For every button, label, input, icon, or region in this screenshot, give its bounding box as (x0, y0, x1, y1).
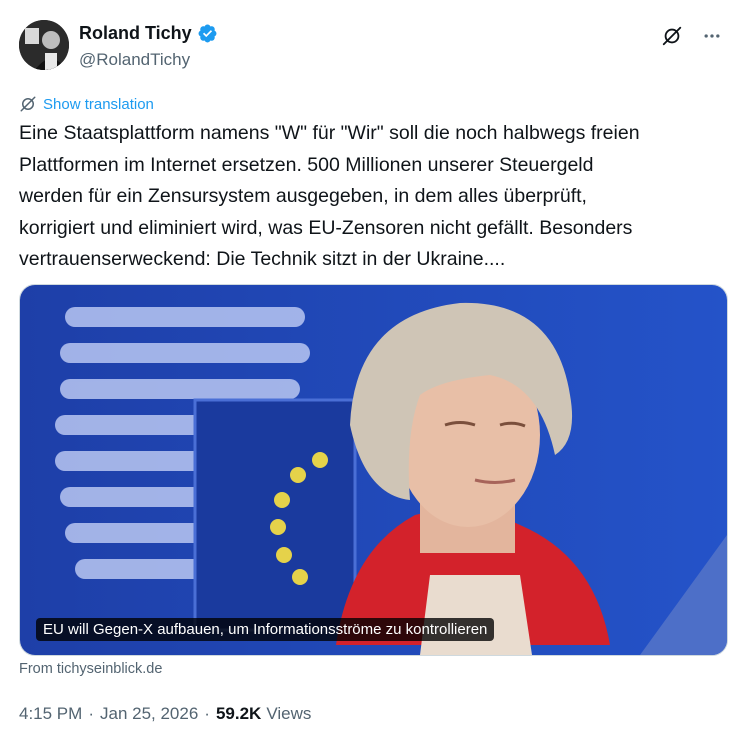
author-display-name[interactable]: Roland Tichy (79, 23, 192, 44)
more-icon[interactable] (700, 24, 724, 48)
grok-icon[interactable] (660, 24, 684, 48)
show-translation-link[interactable]: Show translation (19, 95, 154, 113)
tweet-time[interactable]: 4:15 PM (19, 704, 82, 724)
show-translation-label: Show translation (43, 95, 154, 113)
tweet-header: Roland Tichy @RolandTichy (19, 20, 730, 72)
avatar-image (19, 20, 69, 70)
card-caption: EU will Gegen-X aufbauen, um Information… (36, 618, 495, 641)
meta-separator: · (88, 704, 94, 723)
verified-badge-icon (197, 23, 218, 44)
tweet-text: Eine Staatsplattform namens "W" für "Wir… (19, 122, 640, 270)
author-block: Roland Tichy @RolandTichy (79, 22, 218, 70)
views-count: 59.2K (215, 704, 262, 723)
card-source-link[interactable]: From tichyseinblick.de (19, 661, 162, 677)
avatar[interactable] (19, 20, 69, 70)
meta-separator: · (204, 704, 210, 723)
translate-icon (20, 96, 36, 112)
link-card-image[interactable]: EU will Gegen-X aufbauen, um Information… (19, 284, 728, 656)
tweet-meta: 4:15 PM · Jan 25, 2026 · 59.2K Views (19, 704, 311, 724)
tweet-top-actions (660, 24, 724, 48)
author-handle[interactable]: @RolandTichy (79, 50, 218, 70)
news-photo (20, 285, 727, 655)
tweet-date[interactable]: Jan 25, 2026 (100, 704, 198, 724)
views-label: Views (266, 704, 312, 723)
